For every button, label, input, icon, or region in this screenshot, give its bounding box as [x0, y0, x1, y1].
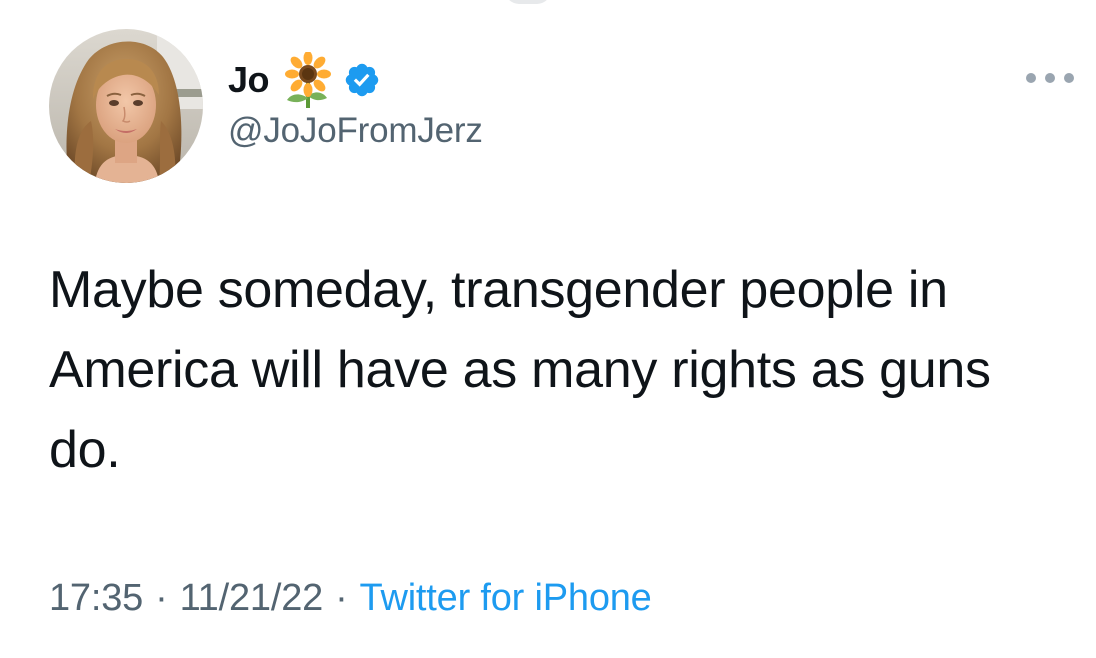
meta-separator: ·	[155, 577, 168, 619]
author-block: Jo @JoJoFromJerz	[228, 51, 483, 162]
more-options-button[interactable]	[1026, 66, 1074, 90]
more-horizontal-icon-dot	[1045, 73, 1055, 83]
verified-badge-icon	[343, 61, 381, 99]
tweet-date[interactable]: 11/21/22	[180, 577, 324, 619]
author-handle[interactable]: @JoJoFromJerz	[228, 111, 483, 151]
avatar-image	[49, 29, 203, 183]
tweet-card: Jo @JoJoFromJerz Maybe someday, transgen…	[0, 0, 1096, 658]
avatar[interactable]	[49, 29, 203, 183]
tweet-source-link[interactable]: Twitter for iPhone	[360, 577, 652, 619]
sunflower-icon	[283, 51, 333, 108]
more-horizontal-icon	[1026, 73, 1036, 83]
tweet-time[interactable]: 17:35	[49, 577, 143, 619]
meta-separator: ·	[335, 577, 348, 619]
tweet-metadata: 17:35 · 11/21/22 · Twitter for iPhone	[49, 577, 652, 620]
more-horizontal-icon-dot	[1064, 73, 1074, 83]
author-name-row: Jo	[228, 51, 483, 108]
author-display-name[interactable]: Jo	[228, 62, 270, 98]
tweet-text: Maybe someday, transgender people in Ame…	[49, 261, 991, 479]
